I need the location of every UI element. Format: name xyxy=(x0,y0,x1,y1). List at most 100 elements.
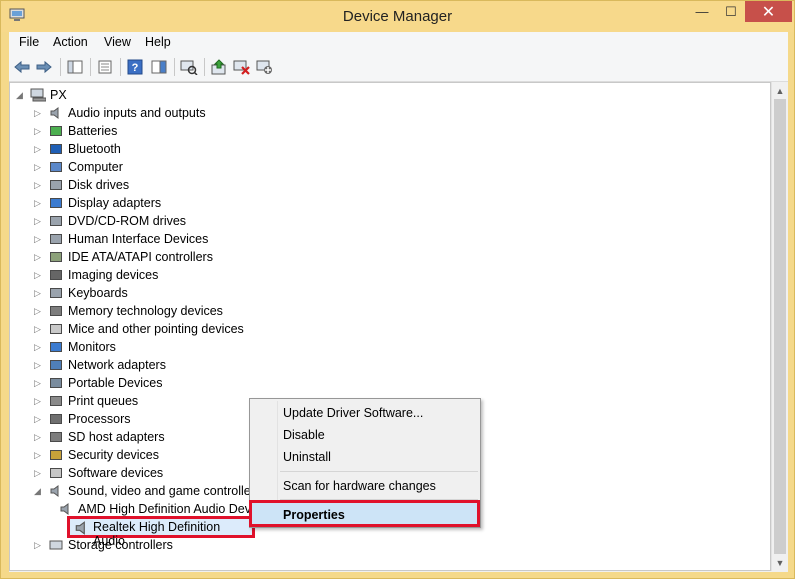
collapse-arrow-icon[interactable]: ◢ xyxy=(16,90,26,101)
tree-category-item[interactable]: ▷ Batteries xyxy=(34,122,117,140)
expand-arrow-icon[interactable]: ▷ xyxy=(34,360,44,371)
tree-root[interactable]: ◢ PX xyxy=(16,86,67,104)
tree-category-item[interactable]: ▷ Imaging devices xyxy=(34,266,158,284)
tree-category-label: Print queues xyxy=(68,394,139,408)
tree-category-label: Computer xyxy=(68,160,123,174)
expand-arrow-icon[interactable]: ▷ xyxy=(34,252,44,263)
scrollbar-thumb[interactable] xyxy=(774,99,786,554)
tree-category-item[interactable]: ▷ Monitors xyxy=(34,338,116,356)
expand-arrow-icon[interactable]: ▷ xyxy=(34,198,44,209)
close-button[interactable]: ✕ xyxy=(745,1,792,22)
tree-category-item[interactable]: ▷ Mice and other pointing devices xyxy=(34,320,244,338)
action-pane-icon xyxy=(151,60,167,74)
camera-icon xyxy=(48,267,64,283)
expand-arrow-icon[interactable]: ▷ xyxy=(34,270,44,281)
show-hide-console-tree-button[interactable] xyxy=(65,57,85,77)
scan-hardware-button[interactable] xyxy=(179,57,199,77)
tree-category-item[interactable]: ▷ Display adapters xyxy=(34,194,161,212)
dvd-drive-icon xyxy=(48,213,64,229)
menu-update-driver[interactable]: Update Driver Software... xyxy=(283,406,423,420)
menu-uninstall[interactable]: Uninstall xyxy=(283,450,331,464)
expand-arrow-icon[interactable]: ▷ xyxy=(34,342,44,353)
expand-arrow-icon[interactable]: ▷ xyxy=(34,432,44,443)
forward-button[interactable] xyxy=(34,57,54,77)
tree-category-label: SD host adapters xyxy=(68,430,165,444)
tree-child-realtek[interactable]: Realtek High Definition Audio xyxy=(67,516,255,548)
hid-icon xyxy=(48,231,64,247)
tree-category-item[interactable]: ▷ Security devices xyxy=(34,446,159,464)
tree-category-item[interactable]: ▷ Print queues xyxy=(34,392,138,410)
svg-text:?: ? xyxy=(132,62,139,74)
expand-arrow-icon[interactable]: ▷ xyxy=(34,450,44,461)
tree-category-label: DVD/CD-ROM drives xyxy=(68,214,187,228)
expand-arrow-icon[interactable]: ▷ xyxy=(34,468,44,479)
expand-arrow-icon[interactable]: ▷ xyxy=(34,396,44,407)
expand-arrow-icon[interactable]: ▷ xyxy=(34,414,44,425)
maximize-button[interactable]: ☐ xyxy=(717,1,745,22)
menu-action[interactable]: Action xyxy=(53,35,88,49)
help-button[interactable]: ? xyxy=(125,57,145,77)
tree-category-item[interactable]: ▷ Portable Devices xyxy=(34,374,163,392)
back-arrow-icon xyxy=(14,60,30,74)
menu-scan-hardware[interactable]: Scan for hardware changes xyxy=(283,479,436,493)
tree-category-item[interactable]: ▷ Bluetooth xyxy=(34,140,121,158)
expand-arrow-icon[interactable]: ▷ xyxy=(34,378,44,389)
properties-toolbar-button[interactable] xyxy=(95,57,115,77)
tree-category-label: Batteries xyxy=(68,124,118,138)
expand-arrow-icon[interactable]: ▷ xyxy=(34,216,44,227)
tree-category-item[interactable]: ▷ Audio inputs and outputs xyxy=(34,104,206,122)
tree-category-label: Memory technology devices xyxy=(68,304,223,318)
tree-category-item[interactable]: ▷ SD host adapters xyxy=(34,428,165,446)
speaker-icon xyxy=(75,521,85,535)
action-pane-button[interactable] xyxy=(149,57,169,77)
menu-disable[interactable]: Disable xyxy=(283,428,325,442)
menu-properties[interactable]: Properties xyxy=(249,500,480,527)
tree-category-item[interactable]: ▷ DVD/CD-ROM drives xyxy=(34,212,186,230)
expand-arrow-icon[interactable]: ▷ xyxy=(34,144,44,155)
menu-help[interactable]: Help xyxy=(145,35,171,49)
tree-category-item[interactable]: ▷ Human Interface Devices xyxy=(34,230,208,248)
expand-arrow-icon[interactable]: ▷ xyxy=(34,126,44,137)
collapse-arrow-icon[interactable]: ◢ xyxy=(34,486,44,497)
expand-arrow-icon[interactable]: ▷ xyxy=(34,540,44,551)
uninstall-device-button[interactable] xyxy=(232,57,252,77)
scroll-up-arrow-icon[interactable]: ▲ xyxy=(772,82,788,99)
expand-arrow-icon[interactable]: ▷ xyxy=(34,108,44,119)
tree-category-item[interactable]: ◢ Sound, video and game controllers xyxy=(34,482,261,500)
mouse-icon xyxy=(48,321,64,337)
tree-category-label: Sound, video and game controllers xyxy=(68,484,262,498)
vertical-scrollbar[interactable]: ▲ ▼ xyxy=(771,82,788,571)
tree-category-item[interactable]: ▷ Memory technology devices xyxy=(34,302,223,320)
tree-child-label: Realtek High Definition Audio xyxy=(93,520,221,548)
expand-arrow-icon[interactable]: ▷ xyxy=(34,306,44,317)
tree-category-item[interactable]: ▷ Keyboards xyxy=(34,284,128,302)
toolbar-separator xyxy=(90,58,91,76)
tree-category-item[interactable]: ▷ Processors xyxy=(34,410,131,428)
tree-category-label: IDE ATA/ATAPI controllers xyxy=(68,250,213,264)
tree-category-item[interactable]: ▷ Network adapters xyxy=(34,356,166,374)
enable-device-icon xyxy=(256,60,272,74)
tree-category-item[interactable]: ▷ Software devices xyxy=(34,464,163,482)
tree-category-label: Display adapters xyxy=(68,196,162,210)
battery-icon xyxy=(48,123,64,139)
expand-arrow-icon[interactable]: ▷ xyxy=(34,162,44,173)
update-driver-button[interactable] xyxy=(209,57,229,77)
menu-file[interactable]: File xyxy=(19,35,39,49)
toolbar: ? xyxy=(9,53,788,82)
title-bar[interactable]: Device Manager — ☐ ✕ xyxy=(1,1,794,32)
tree-category-item[interactable]: ▷ Disk drives xyxy=(34,176,129,194)
device-manager-window: Device Manager — ☐ ✕ File Action View He… xyxy=(0,0,795,579)
expand-arrow-icon[interactable]: ▷ xyxy=(34,324,44,335)
tree-category-item[interactable]: ▷ IDE ATA/ATAPI controllers xyxy=(34,248,213,266)
tree-category-item[interactable]: ▷ Computer xyxy=(34,158,123,176)
back-button[interactable] xyxy=(12,57,32,77)
expand-arrow-icon[interactable]: ▷ xyxy=(34,234,44,245)
expand-arrow-icon[interactable]: ▷ xyxy=(34,288,44,299)
expand-arrow-icon[interactable]: ▷ xyxy=(34,180,44,191)
processor-icon xyxy=(48,411,64,427)
tree-child-label: AMD High Definition Audio Device xyxy=(78,502,267,516)
menu-view[interactable]: View xyxy=(104,35,131,49)
scroll-down-arrow-icon[interactable]: ▼ xyxy=(772,554,788,571)
minimize-button[interactable]: — xyxy=(687,1,717,22)
enable-device-button[interactable] xyxy=(255,57,275,77)
